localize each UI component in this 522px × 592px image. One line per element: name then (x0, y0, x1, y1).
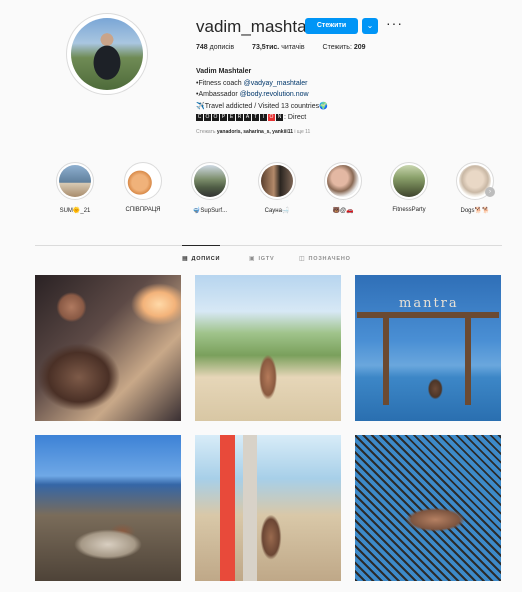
more-options-icon[interactable]: ··· (386, 15, 403, 31)
post-thumbnail[interactable] (355, 435, 501, 581)
highlight-label: SUM🌞_21 (59, 208, 91, 214)
followed-by[interactable]: Стежать yanadoris, saharina_s, yankiii11… (196, 129, 310, 135)
posts-count[interactable]: 748 дописів (196, 44, 234, 51)
tagged-icon: ◫ (299, 256, 306, 262)
bio-link-ambassador[interactable]: @body.revolution.now (240, 91, 309, 98)
highlight-label: Сауна🛁 (264, 208, 290, 214)
highlight-cover (191, 162, 229, 200)
chevron-down-icon: ⌄ (366, 21, 374, 30)
swing-post (465, 315, 471, 405)
highlight-item[interactable]: 🤿SupSurf... (185, 162, 235, 214)
profile-header: vadim_mashtaler Стежити ⌄ ··· 748 дописі… (0, 0, 522, 150)
post-thumbnail[interactable] (195, 435, 341, 581)
tab-posts[interactable]: ▦ ДОПИСИ (182, 245, 221, 272)
cooperation-letter-box: T (252, 113, 259, 121)
highlight-item[interactable]: СПІВПРАЦЯ (118, 162, 168, 213)
post-thumbnail[interactable] (35, 435, 181, 581)
highlight-cover (124, 162, 162, 200)
following-count[interactable]: Стежить: 209 (323, 44, 366, 51)
highlight-item[interactable]: FitnessParty (384, 162, 434, 213)
profile-bio: Vadim Mashtaler •Fitness coach @vadyay_m… (196, 66, 328, 124)
avatar-image (71, 18, 143, 90)
highlight-item[interactable]: SUM🌞_21 (50, 162, 100, 214)
cooperation-letter-box: O (268, 113, 275, 121)
highlight-label: 🤿SupSurf... (192, 208, 228, 214)
cooperation-letter-box: O (212, 113, 219, 121)
grid-icon: ▦ (182, 256, 189, 262)
bio-line-coach: •Fitness coach @vadyay_mashtaler (196, 79, 308, 87)
tab-tagged[interactable]: ◫ ПОЗНАЧЕНО (299, 246, 351, 272)
highlight-label: 🐻@🚗 (332, 208, 354, 214)
highlights-next-icon[interactable]: › (485, 187, 495, 197)
tab-igtv[interactable]: ▣ IGTV (249, 246, 275, 272)
igtv-icon: ▣ (249, 256, 256, 262)
cooperation-letter-box: R (236, 113, 243, 121)
highlight-item[interactable]: Сауна🛁 (252, 162, 302, 214)
highlight-item[interactable]: 🐻@🚗 (318, 162, 368, 214)
cooperation-letter-box: P (220, 113, 227, 121)
highlight-cover (390, 162, 428, 200)
post-thumbnail[interactable]: mantra (355, 275, 501, 421)
cooperation-letter-box: N (276, 113, 283, 121)
swing-beam (357, 312, 499, 318)
story-highlights: SUM🌞_21 СПІВПРАЦЯ 🤿SupSurf... Сауна🛁 🐻@🚗… (50, 162, 500, 222)
follow-button[interactable]: Стежити (305, 18, 358, 34)
suggested-dropdown-button[interactable]: ⌄ (362, 18, 378, 34)
swing-post (383, 315, 389, 405)
highlight-cover (258, 162, 296, 200)
bio-line-cooperation: COOPERATION: Direct (196, 113, 307, 121)
profile-stats: 748 дописів 73,5тис. читачів Стежить: 20… (196, 44, 382, 51)
profile-avatar[interactable] (66, 13, 148, 95)
bio-full-name: Vadim Mashtaler (196, 68, 252, 75)
bio-line-travel: ✈️Travel addicted / Visited 13 countries… (196, 102, 328, 110)
cooperation-letter-box: C (196, 113, 203, 121)
post-thumbnail[interactable] (35, 275, 181, 421)
highlight-label: СПІВПРАЦЯ (125, 207, 161, 213)
highlight-label: Dogs🐕🐕 (460, 208, 490, 214)
cooperation-letter-box: E (228, 113, 235, 121)
cooperation-letter-box: O (204, 113, 211, 121)
highlight-label: FitnessParty (392, 207, 426, 213)
profile-tabs: ▦ ДОПИСИ ▣ IGTV ◫ ПОЗНАЧЕНО (35, 245, 502, 272)
highlight-cover (56, 162, 94, 200)
followers-count[interactable]: 73,5тис. читачів (252, 44, 305, 51)
bio-link-coach[interactable]: @vadyay_mashtaler (244, 80, 308, 87)
cooperation-letter-box: A (244, 113, 251, 121)
cooperation-letter-box: I (260, 113, 267, 121)
post-thumbnail[interactable] (195, 275, 341, 421)
bio-line-ambassador: •Ambassador @body.revolution.now (196, 91, 309, 98)
highlight-cover (324, 162, 362, 200)
post-text-overlay: mantra (399, 296, 459, 311)
